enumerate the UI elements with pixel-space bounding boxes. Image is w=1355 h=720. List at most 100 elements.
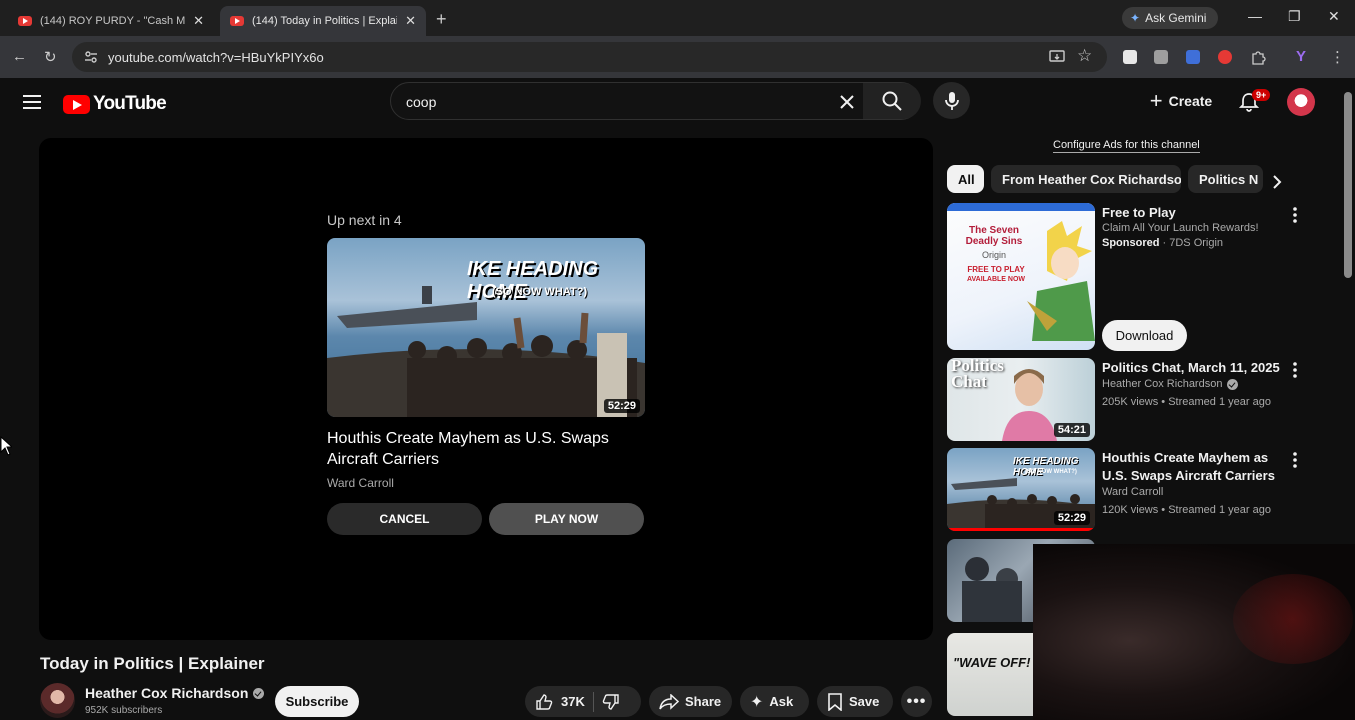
extension-icon[interactable] [1154, 50, 1168, 64]
video-player[interactable]: Up next in 4 IKE HEADING HOME (SO NOW WH… [39, 138, 933, 640]
chip-politics[interactable]: Politics N [1188, 165, 1263, 193]
voice-search-button[interactable] [933, 82, 970, 119]
up-next-title[interactable]: Houthis Create Mayhem as U.S. Swaps Airc… [327, 428, 645, 470]
address-bar[interactable]: youtube.com/watch?v=HBuYkPIYx6o [72, 42, 1107, 72]
verified-check-icon [253, 687, 265, 699]
hamburger-menu-icon[interactable] [23, 95, 41, 109]
notification-badge: 9+ [1252, 89, 1271, 101]
up-next-thumbnail[interactable]: IKE HEADING HOME (SO NOW WHAT?) 52:29 [327, 238, 645, 417]
up-next-channel: Ward Carroll [327, 476, 394, 490]
minimize-icon[interactable]: — [1248, 8, 1262, 24]
thumbs-down-icon[interactable] [602, 693, 620, 711]
video-duration: 52:29 [1053, 511, 1090, 525]
video-duration: 52:29 [603, 399, 640, 413]
youtube-logo[interactable]: YouTube [63, 93, 167, 115]
configure-ads-link[interactable]: Configure Ads for this channel [1053, 139, 1200, 153]
save-button[interactable]: Save [817, 686, 893, 717]
webcam-overlay [1033, 544, 1355, 720]
chip-from-channel[interactable]: From Heather Cox Richardson [991, 165, 1181, 193]
cancel-autoplay-button[interactable]: CANCEL [327, 503, 482, 535]
recommendation-item[interactable]: Politics Chat 54:21 Politics Chat, March… [947, 358, 1337, 443]
recommendation-item[interactable]: IKE HEADING HOME (SO NOW WHAT?) 52:29 Ho… [947, 448, 1337, 533]
channel-name-text[interactable]: Heather Cox Richardson [85, 685, 248, 701]
verified-check-icon [1227, 379, 1239, 390]
thumbnail-subtext: (SO NOW WHAT?) [1025, 469, 1077, 475]
search-input[interactable]: coop [406, 94, 436, 110]
page-scrollbar-thumb[interactable] [1344, 92, 1352, 278]
like-count: 37K [561, 694, 585, 709]
search-icon [882, 91, 902, 111]
site-info-icon[interactable] [84, 50, 98, 64]
logo-text: YouTube [93, 93, 167, 114]
extension-icon[interactable] [1186, 50, 1200, 64]
save-label: Save [849, 694, 880, 709]
ad-thumb-free: FREE TO PLAY [967, 265, 1025, 274]
extensions-puzzle-icon[interactable] [1250, 49, 1266, 65]
tab-title: (144) ROY PURDY - "Cash Me O [40, 15, 186, 27]
search-button[interactable] [863, 83, 921, 119]
close-tab-icon[interactable]: ✕ [405, 13, 416, 29]
account-avatar[interactable] [1287, 88, 1315, 116]
chip-all[interactable]: All [947, 165, 984, 193]
gemini-sparkle-icon: ✦ [1130, 11, 1141, 25]
browser-toolbar: ← ↻ youtube.com/watch?v=HBuYkPIYx6o ☆ Y … [0, 36, 1355, 78]
create-button[interactable]: + Create [1140, 84, 1222, 118]
ask-gemini-label: Ask Gemini [1145, 11, 1207, 25]
microphone-icon [944, 91, 959, 110]
ad-thumb-subtitle: Origin [981, 250, 1006, 260]
clear-search-icon[interactable] [839, 94, 855, 110]
mouse-pointer-icon [0, 436, 12, 456]
chevron-right-icon[interactable] [1272, 174, 1282, 190]
sponsored-recommendation[interactable]: The Seven Deadly Sins Origin FREE TO PLA… [947, 203, 1337, 353]
close-tab-icon[interactable]: ✕ [193, 13, 204, 29]
browser-tab[interactable]: (144) ROY PURDY - "Cash Me O ✕ [8, 6, 214, 36]
presenter-art [1002, 369, 1057, 441]
channel-name[interactable]: Heather Cox Richardson [85, 685, 265, 701]
search-box[interactable]: coop [390, 82, 921, 120]
recommendation-title[interactable]: Politics Chat, March 11, 2025 [1102, 359, 1287, 377]
browser-menu-icon[interactable]: ⋮ [1330, 48, 1345, 66]
restore-icon[interactable]: ❐ [1288, 8, 1301, 25]
youtube-header: YouTube coop + Create 9+ [0, 78, 1340, 128]
ad-sponsor-line: Sponsored · 7DS Origin [1102, 237, 1224, 249]
back-icon[interactable]: ← [12, 48, 27, 65]
video-duration: 54:21 [1053, 423, 1090, 437]
download-button[interactable]: Download [1102, 320, 1187, 351]
reload-icon[interactable]: ↻ [44, 48, 57, 66]
channel-avatar[interactable] [40, 683, 75, 718]
url-text: youtube.com/watch?v=HBuYkPIYx6o [108, 49, 324, 65]
share-button[interactable]: Share [649, 686, 732, 717]
extension-icon[interactable] [1218, 50, 1232, 64]
youtube-favicon-icon [18, 16, 32, 26]
subscriber-count: 952K subscribers [85, 705, 163, 716]
subscribe-button[interactable]: Subscribe [275, 686, 359, 717]
sponsored-thumbnail[interactable]: The Seven Deadly Sins Origin FREE TO PLA… [947, 203, 1095, 350]
close-window-icon[interactable]: ✕ [1328, 8, 1340, 25]
new-tab-icon[interactable]: + [436, 9, 447, 30]
video-thumbnail[interactable]: IKE HEADING HOME (SO NOW WHAT?) 52:29 [947, 448, 1095, 531]
ask-button[interactable]: ✦ Ask [740, 686, 809, 717]
bookmark-star-icon[interactable]: ☆ [1077, 46, 1092, 66]
sparkle-icon: ✦ [750, 693, 764, 711]
recommendation-title[interactable]: Houthis Create Mayhem as U.S. Swaps Airc… [1102, 449, 1287, 485]
extension-icon[interactable] [1123, 50, 1137, 64]
more-vertical-icon[interactable] [1293, 207, 1297, 223]
recommendation-meta: 120K views • Streamed 1 year ago [1102, 504, 1271, 516]
video-thumbnail[interactable]: Politics Chat 54:21 [947, 358, 1095, 441]
browser-tab-bar: (144) ROY PURDY - "Cash Me O ✕ (144) Tod… [0, 0, 1355, 36]
ad-thumb-title: The Seven Deadly Sins [965, 225, 1023, 247]
more-vertical-icon[interactable] [1293, 452, 1297, 468]
divider [592, 691, 594, 712]
like-button[interactable]: 37K [525, 693, 585, 711]
ask-gemini-button[interactable]: ✦ Ask Gemini [1122, 7, 1218, 29]
more-actions-button[interactable]: ••• [901, 686, 932, 717]
install-app-icon[interactable] [1049, 50, 1065, 64]
play-now-button[interactable]: PLAY NOW [489, 503, 644, 535]
ask-label: Ask [769, 694, 794, 709]
more-vertical-icon[interactable] [1293, 362, 1297, 378]
profile-icon[interactable]: Y [1296, 48, 1306, 65]
video-title: Today in Politics | Explainer [40, 654, 265, 673]
browser-tab-active[interactable]: (144) Today in Politics | Explaine ✕ [220, 6, 426, 36]
more-horizontal-icon: ••• [906, 692, 927, 710]
create-label: Create [1168, 93, 1213, 109]
